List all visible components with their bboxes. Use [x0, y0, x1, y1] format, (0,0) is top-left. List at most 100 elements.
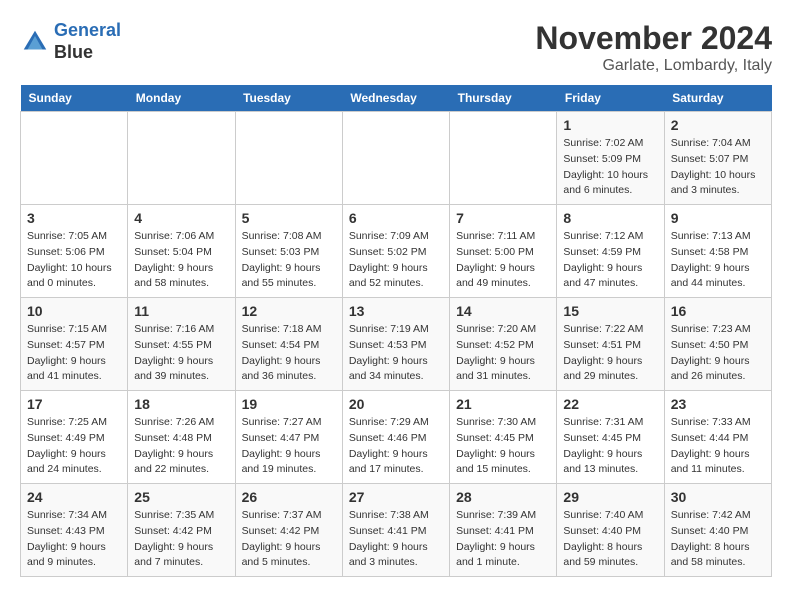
day-info: Sunrise: 7:22 AMSunset: 4:51 PMDaylight:…	[563, 322, 657, 385]
calendar-cell: 28 Sunrise: 7:39 AMSunset: 4:41 PMDayligh…	[450, 484, 557, 577]
weekday-header-row: SundayMondayTuesdayWednesdayThursdayFrid…	[21, 85, 772, 112]
day-number: 24	[27, 489, 121, 505]
calendar-cell	[21, 112, 128, 205]
day-number: 22	[563, 396, 657, 412]
day-info: Sunrise: 7:12 AMSunset: 4:59 PMDaylight:…	[563, 229, 657, 292]
day-info: Sunrise: 7:11 AMSunset: 5:00 PMDaylight:…	[456, 229, 550, 292]
day-number: 10	[27, 303, 121, 319]
calendar-cell: 12 Sunrise: 7:18 AMSunset: 4:54 PMDayligh…	[235, 298, 342, 391]
day-info: Sunrise: 7:35 AMSunset: 4:42 PMDaylight:…	[134, 508, 228, 571]
calendar-cell: 26 Sunrise: 7:37 AMSunset: 4:42 PMDayligh…	[235, 484, 342, 577]
day-info: Sunrise: 7:02 AMSunset: 5:09 PMDaylight:…	[563, 136, 657, 199]
location: Garlate, Lombardy, Italy	[535, 57, 772, 75]
logo: GeneralBlue	[20, 20, 121, 63]
logo-text: GeneralBlue	[54, 20, 121, 63]
day-info: Sunrise: 7:08 AMSunset: 5:03 PMDaylight:…	[242, 229, 336, 292]
weekday-header-cell: Sunday	[21, 85, 128, 112]
day-number: 3	[27, 210, 121, 226]
day-info: Sunrise: 7:04 AMSunset: 5:07 PMDaylight:…	[671, 136, 765, 199]
day-info: Sunrise: 7:20 AMSunset: 4:52 PMDaylight:…	[456, 322, 550, 385]
day-number: 6	[349, 210, 443, 226]
day-info: Sunrise: 7:19 AMSunset: 4:53 PMDaylight:…	[349, 322, 443, 385]
day-number: 11	[134, 303, 228, 319]
day-number: 18	[134, 396, 228, 412]
calendar-cell: 4 Sunrise: 7:06 AMSunset: 5:04 PMDaylight…	[128, 205, 235, 298]
calendar-cell: 21Sunrise: 7:30 AMSunset: 4:45 PMDayligh…	[450, 391, 557, 484]
calendar-cell: 23Sunrise: 7:33 AMSunset: 4:44 PMDayligh…	[664, 391, 771, 484]
calendar-cell	[235, 112, 342, 205]
day-info: Sunrise: 7:05 AMSunset: 5:06 PMDaylight:…	[27, 229, 121, 292]
calendar-cell	[128, 112, 235, 205]
day-number: 27	[349, 489, 443, 505]
day-number: 26	[242, 489, 336, 505]
calendar-cell: 5 Sunrise: 7:08 AMSunset: 5:03 PMDaylight…	[235, 205, 342, 298]
day-info: Sunrise: 7:40 AMSunset: 4:40 PMDaylight:…	[563, 508, 657, 571]
calendar-cell: 13 Sunrise: 7:19 AMSunset: 4:53 PMDayligh…	[342, 298, 449, 391]
calendar-cell: 15 Sunrise: 7:22 AMSunset: 4:51 PMDayligh…	[557, 298, 664, 391]
calendar-cell: 24 Sunrise: 7:34 AMSunset: 4:43 PMDayligh…	[21, 484, 128, 577]
weekday-header-cell: Wednesday	[342, 85, 449, 112]
calendar-cell: 29 Sunrise: 7:40 AMSunset: 4:40 PMDayligh…	[557, 484, 664, 577]
day-info: Sunrise: 7:13 AMSunset: 4:58 PMDaylight:…	[671, 229, 765, 292]
day-number: 17	[27, 396, 121, 412]
calendar-cell: 8 Sunrise: 7:12 AMSunset: 4:59 PMDaylight…	[557, 205, 664, 298]
calendar-cell: 7Sunrise: 7:11 AMSunset: 5:00 PMDaylight…	[450, 205, 557, 298]
calendar-cell: 18 Sunrise: 7:26 AMSunset: 4:48 PMDayligh…	[128, 391, 235, 484]
calendar-cell: 20 Sunrise: 7:29 AMSunset: 4:46 PMDayligh…	[342, 391, 449, 484]
day-info: Sunrise: 7:37 AMSunset: 4:42 PMDaylight:…	[242, 508, 336, 571]
day-number: 2	[671, 117, 765, 133]
calendar-cell: 22Sunrise: 7:31 AMSunset: 4:45 PMDayligh…	[557, 391, 664, 484]
calendar-cell: 9 Sunrise: 7:13 AMSunset: 4:58 PMDaylight…	[664, 205, 771, 298]
month-title: November 2024	[535, 20, 772, 57]
calendar-week-row: 1 Sunrise: 7:02 AMSunset: 5:09 PMDaylight…	[21, 112, 772, 205]
day-number: 30	[671, 489, 765, 505]
weekday-header-cell: Saturday	[664, 85, 771, 112]
day-info: Sunrise: 7:39 AMSunset: 4:41 PMDaylight:…	[456, 508, 550, 571]
day-info: Sunrise: 7:16 AMSunset: 4:55 PMDaylight:…	[134, 322, 228, 385]
calendar-cell: 10Sunrise: 7:15 AMSunset: 4:57 PMDayligh…	[21, 298, 128, 391]
day-number: 4	[134, 210, 228, 226]
day-number: 9	[671, 210, 765, 226]
day-info: Sunrise: 7:09 AMSunset: 5:02 PMDaylight:…	[349, 229, 443, 292]
day-number: 20	[349, 396, 443, 412]
calendar-cell: 6 Sunrise: 7:09 AMSunset: 5:02 PMDaylight…	[342, 205, 449, 298]
calendar-cell: 17 Sunrise: 7:25 AMSunset: 4:49 PMDayligh…	[21, 391, 128, 484]
calendar-cell: 19Sunrise: 7:27 AMSunset: 4:47 PMDayligh…	[235, 391, 342, 484]
day-info: Sunrise: 7:34 AMSunset: 4:43 PMDaylight:…	[27, 508, 121, 571]
calendar-week-row: 10Sunrise: 7:15 AMSunset: 4:57 PMDayligh…	[21, 298, 772, 391]
day-number: 15	[563, 303, 657, 319]
calendar-cell	[342, 112, 449, 205]
day-number: 28	[456, 489, 550, 505]
calendar-cell: 1 Sunrise: 7:02 AMSunset: 5:09 PMDaylight…	[557, 112, 664, 205]
day-number: 19	[242, 396, 336, 412]
day-number: 1	[563, 117, 657, 133]
day-number: 16	[671, 303, 765, 319]
weekday-header-cell: Thursday	[450, 85, 557, 112]
weekday-header-cell: Tuesday	[235, 85, 342, 112]
calendar-cell: 30 Sunrise: 7:42 AMSunset: 4:40 PMDayligh…	[664, 484, 771, 577]
calendar-week-row: 3 Sunrise: 7:05 AMSunset: 5:06 PMDaylight…	[21, 205, 772, 298]
day-number: 25	[134, 489, 228, 505]
day-number: 12	[242, 303, 336, 319]
weekday-header-cell: Friday	[557, 85, 664, 112]
calendar-week-row: 24 Sunrise: 7:34 AMSunset: 4:43 PMDayligh…	[21, 484, 772, 577]
day-number: 13	[349, 303, 443, 319]
calendar-cell: 16Sunrise: 7:23 AMSunset: 4:50 PMDayligh…	[664, 298, 771, 391]
day-number: 8	[563, 210, 657, 226]
day-info: Sunrise: 7:25 AMSunset: 4:49 PMDaylight:…	[27, 415, 121, 478]
day-number: 29	[563, 489, 657, 505]
day-info: Sunrise: 7:06 AMSunset: 5:04 PMDaylight:…	[134, 229, 228, 292]
day-number: 21	[456, 396, 550, 412]
calendar-cell: 14Sunrise: 7:20 AMSunset: 4:52 PMDayligh…	[450, 298, 557, 391]
calendar-cell: 3 Sunrise: 7:05 AMSunset: 5:06 PMDaylight…	[21, 205, 128, 298]
calendar-cell: 25 Sunrise: 7:35 AMSunset: 4:42 PMDayligh…	[128, 484, 235, 577]
day-info: Sunrise: 7:18 AMSunset: 4:54 PMDaylight:…	[242, 322, 336, 385]
day-info: Sunrise: 7:42 AMSunset: 4:40 PMDaylight:…	[671, 508, 765, 571]
calendar-table: SundayMondayTuesdayWednesdayThursdayFrid…	[20, 85, 772, 577]
day-number: 5	[242, 210, 336, 226]
weekday-header-cell: Monday	[128, 85, 235, 112]
day-info: Sunrise: 7:29 AMSunset: 4:46 PMDaylight:…	[349, 415, 443, 478]
title-block: November 2024 Garlate, Lombardy, Italy	[535, 20, 772, 75]
day-info: Sunrise: 7:26 AMSunset: 4:48 PMDaylight:…	[134, 415, 228, 478]
calendar-body: 1 Sunrise: 7:02 AMSunset: 5:09 PMDaylight…	[21, 112, 772, 577]
